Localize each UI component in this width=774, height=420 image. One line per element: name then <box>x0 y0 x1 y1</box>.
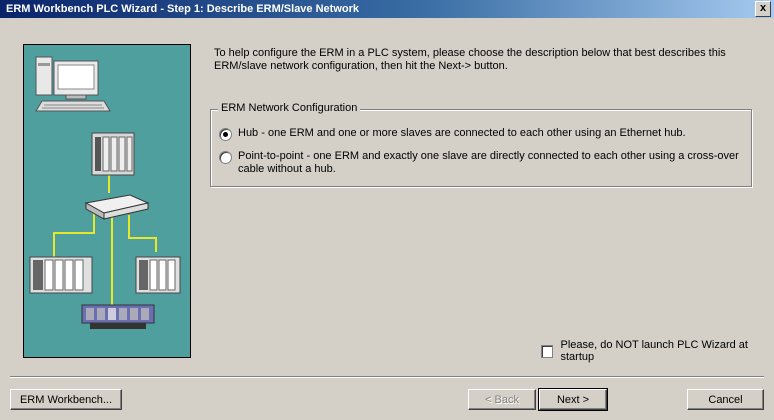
erm-workbench-button[interactable]: ERM Workbench... <box>10 389 122 410</box>
option-hub-label: Hub - one ERM and one or more slaves are… <box>238 127 686 139</box>
footer-separator <box>10 376 764 378</box>
ethernet-hub-icon <box>84 194 150 220</box>
option-hub[interactable]: Hub - one ERM and one or more slaves are… <box>219 127 748 141</box>
network-illustration <box>23 44 191 358</box>
radio-point-to-point[interactable] <box>219 151 232 164</box>
plc-rack-icon <box>91 132 135 176</box>
startup-checkbox-label: Please, do NOT launch PLC Wizard at star… <box>560 339 748 363</box>
network-diagram-graphic <box>29 56 181 329</box>
plc-rack-right-icon <box>135 256 181 294</box>
close-icon: x <box>759 2 767 14</box>
window-title: ERM Workbench PLC Wizard - Step 1: Descr… <box>6 3 359 15</box>
startup-checkbox-row[interactable]: Please, do NOT launch PLC Wizard at star… <box>541 339 774 363</box>
startup-checkbox[interactable] <box>541 344 554 358</box>
io-module-icon <box>81 304 155 329</box>
back-button[interactable]: < Back <box>468 389 536 410</box>
instructions-text: To help configure the ERM in a PLC syste… <box>214 47 726 72</box>
next-button[interactable]: Next > <box>538 388 608 411</box>
group-title: ERM Network Configuration <box>218 102 361 114</box>
plc-rack-left-icon <box>29 256 93 294</box>
close-button[interactable]: x <box>755 1 771 17</box>
title-bar: ERM Workbench PLC Wizard - Step 1: Descr… <box>0 0 774 18</box>
radio-hub[interactable] <box>219 128 232 141</box>
cancel-button[interactable]: Cancel <box>687 389 764 410</box>
option-point-to-point[interactable]: Point-to-point - one ERM and exactly one… <box>219 150 748 176</box>
computer-icon <box>35 56 111 112</box>
option-point-to-point-label: Point-to-point - one ERM and exactly one… <box>238 150 739 175</box>
